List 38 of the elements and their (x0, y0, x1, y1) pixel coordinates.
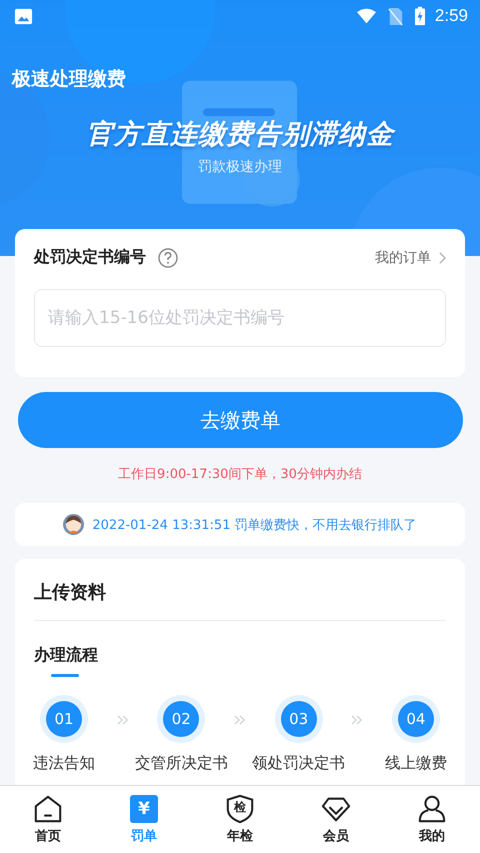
page-title: 极速处理缴费 (12, 67, 126, 92)
nav-tab[interactable]: 会员 (288, 786, 384, 853)
no-sim-icon (386, 6, 405, 26)
step-label: 违法告知 (33, 753, 95, 774)
double-chevron-icon (116, 715, 129, 725)
double-chevron-icon (234, 715, 246, 725)
avatar-icon (63, 514, 84, 535)
image-icon (14, 6, 33, 26)
battery-icon (414, 6, 425, 26)
clock-time: 2:59 (434, 6, 468, 26)
section-heading: 办理流程 (34, 645, 98, 666)
ticker-message: 2022-01-24 13:31:51 罚单缴费快，不用去银行排队了 (92, 516, 417, 534)
field-label: 处罚决定书编号 (34, 247, 146, 268)
yen-icon: ¥ (130, 795, 158, 823)
person-icon (417, 794, 447, 824)
step-number: 03 (280, 701, 317, 737)
nav-tab[interactable]: 检 年检 (192, 786, 288, 853)
step-number: 04 (398, 701, 434, 737)
home-icon (33, 794, 63, 824)
section-title: 上传资料 (34, 581, 106, 604)
nav-tab[interactable]: 首页 (0, 786, 96, 853)
double-chevron-icon (351, 715, 364, 725)
step-number: 01 (46, 701, 82, 737)
banner-subtitle: 罚款极速办理 (198, 158, 282, 176)
help-icon[interactable] (158, 248, 178, 268)
shield-icon: 检 (225, 794, 255, 824)
wifi-icon (356, 6, 376, 26)
my-orders-link[interactable]: 我的订单 (375, 248, 431, 266)
notice-text: 工作日9:00-17:30间下单，30分钟内办结 (118, 466, 362, 483)
step-label: 线上缴费 (384, 753, 447, 774)
heading-underline (51, 674, 79, 677)
step-label: 领处罚决定书 (252, 753, 346, 774)
nav-tab[interactable]: 我的 (384, 786, 480, 853)
step-label: 交管所决定书 (134, 753, 228, 774)
step-number: 02 (163, 701, 200, 737)
banner-slogan: 官方直连缴费告别滞纳金 (86, 118, 394, 152)
input-field[interactable]: 请输入15-16位处罚决定书编号 (34, 289, 446, 347)
chevron-right-icon (439, 252, 446, 264)
